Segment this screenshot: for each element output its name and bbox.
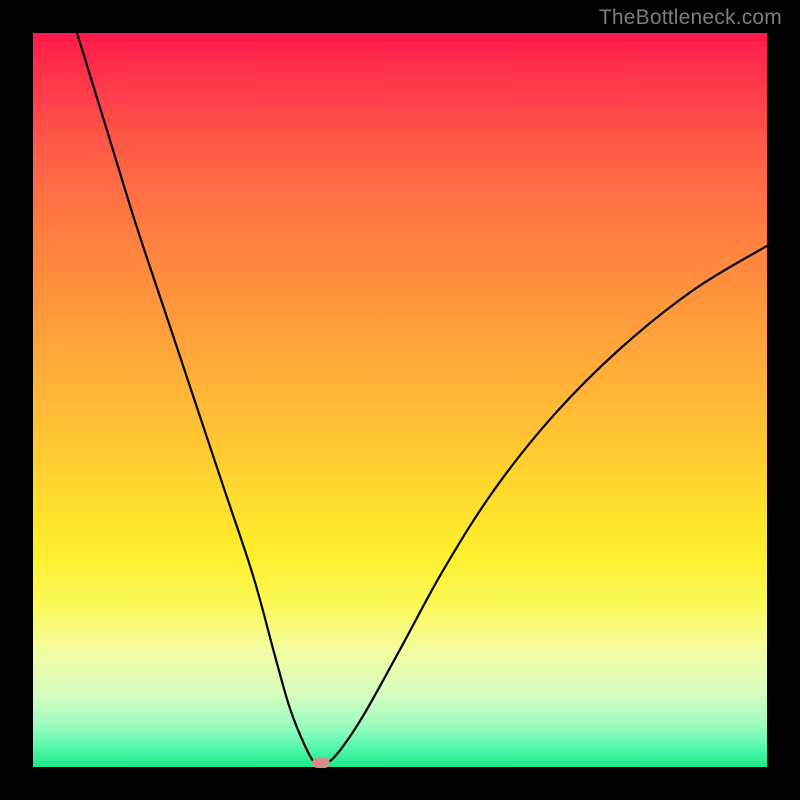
min-marker <box>312 758 330 768</box>
watermark-text: TheBottleneck.com <box>599 6 782 30</box>
bottleneck-curve <box>33 33 767 767</box>
plot-area <box>33 33 767 767</box>
chart-frame: TheBottleneck.com <box>0 0 800 800</box>
